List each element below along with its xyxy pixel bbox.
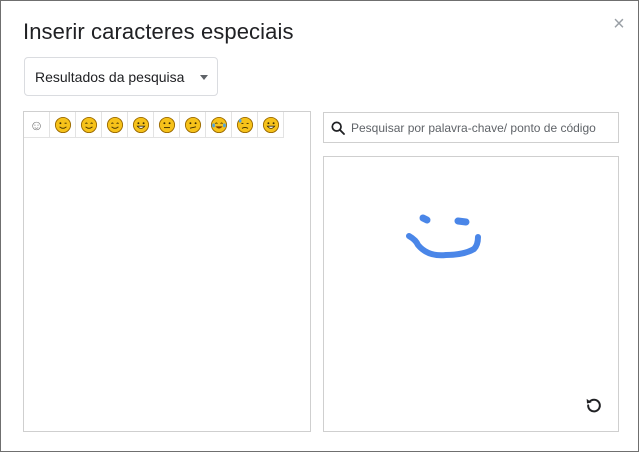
search-icon: [331, 120, 345, 135]
caret-down-icon: [200, 75, 208, 80]
result-sweat-face[interactable]: [232, 112, 258, 138]
category-dropdown[interactable]: Resultados da pesquisa: [24, 57, 218, 96]
result-smiley-outline[interactable]: ☺: [24, 112, 50, 138]
category-dropdown-label: Resultados da pesquisa: [35, 68, 185, 85]
result-relieved-face[interactable]: [102, 112, 128, 138]
result-grinning-face[interactable]: [128, 112, 154, 138]
results-grid: ☺: [23, 111, 311, 432]
result-tears-of-joy-face[interactable]: [206, 112, 232, 138]
result-wink-face[interactable]: [50, 112, 76, 138]
search-box[interactable]: [323, 112, 619, 143]
result-confused-face[interactable]: [180, 112, 206, 138]
search-input[interactable]: [351, 120, 606, 135]
handwritten-smiley-drawing: [406, 214, 481, 259]
result-neutral-face[interactable]: [154, 112, 180, 138]
drawing-canvas[interactable]: [323, 156, 619, 432]
reset-icon[interactable]: [584, 395, 604, 415]
result-smiling-face[interactable]: [76, 112, 102, 138]
results-row: ☺: [24, 112, 284, 138]
dialog-title: Inserir caracteres especiais: [23, 19, 294, 44]
special-characters-dialog: Inserir caracteres especiais × Resultado…: [0, 0, 639, 452]
close-icon[interactable]: ×: [611, 14, 627, 34]
result-big-grin-face[interactable]: [258, 112, 284, 138]
